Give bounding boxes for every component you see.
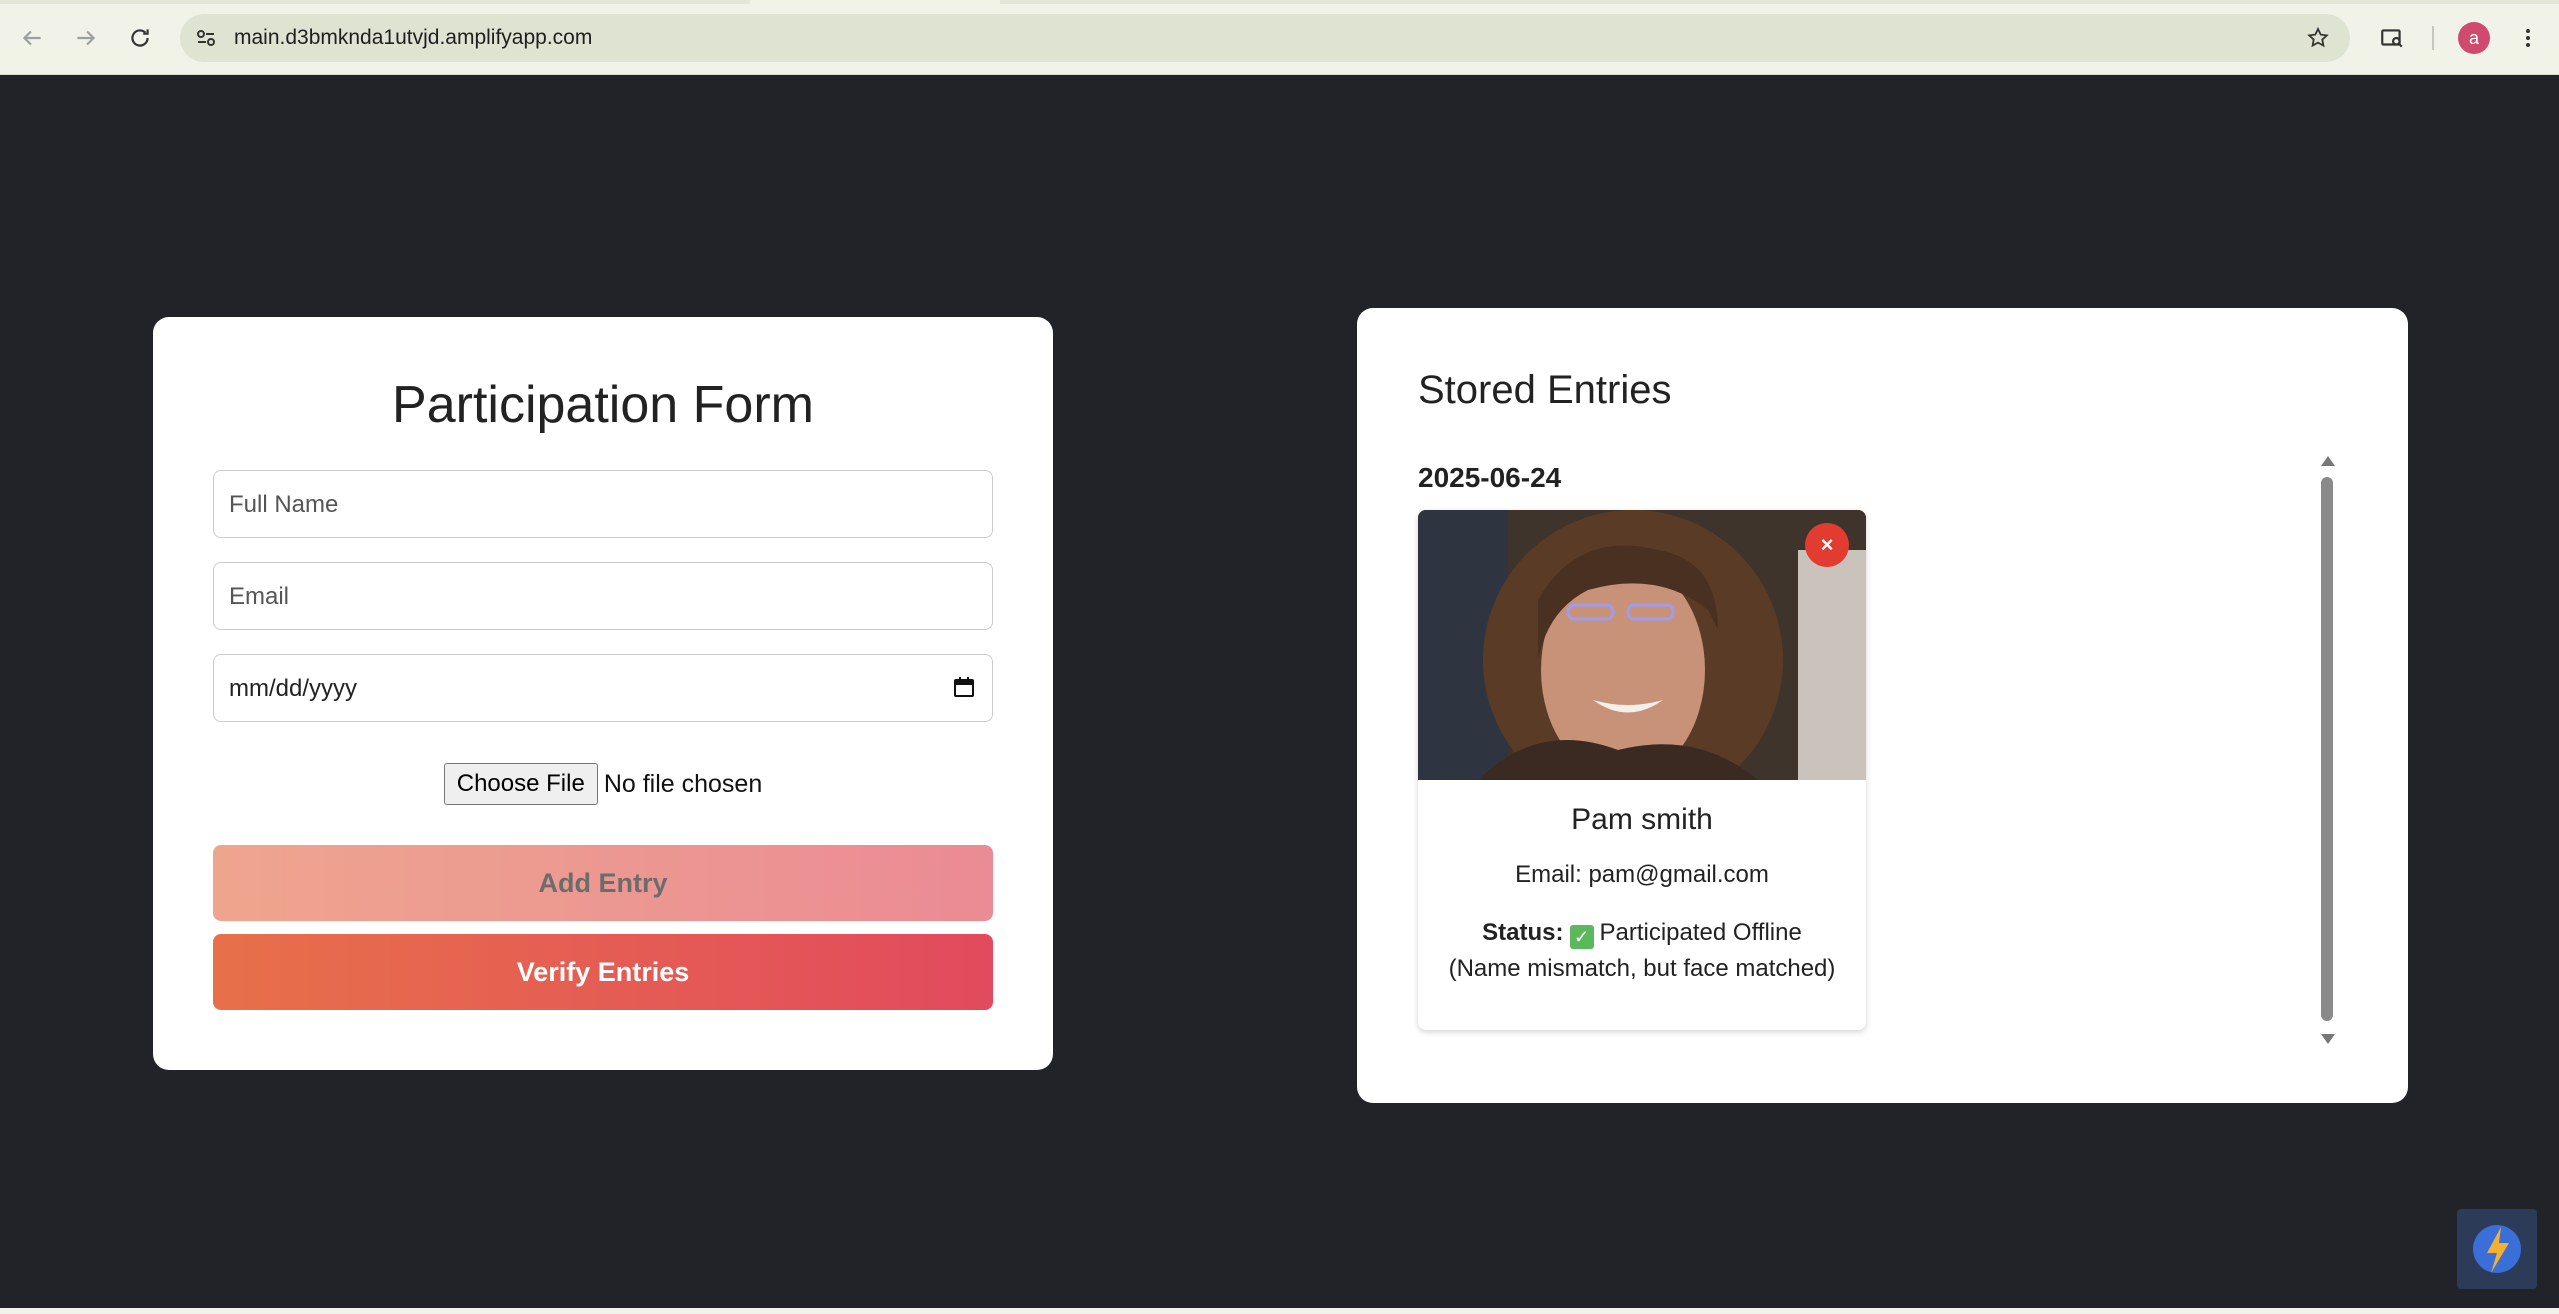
url-text[interactable]: main.d3bmknda1utvjd.amplifyapp.com	[234, 26, 592, 50]
verify-entries-button[interactable]: Verify Entries	[213, 934, 993, 1010]
full-name-placeholder: Full Name	[229, 491, 339, 518]
entry-status: Status: ✓ Participated Offline (Name misma…	[1418, 915, 1866, 987]
date-placeholder: mm/dd/yyyy	[229, 675, 358, 702]
status-text: Participated Offline	[1599, 919, 1802, 946]
delete-entry-button[interactable]: ×	[1805, 523, 1849, 567]
stored-entries-card: Stored Entries 2025-06-24 × Pam smith Em…	[1357, 308, 2408, 1103]
forward-button[interactable]	[68, 20, 104, 56]
profile-avatar[interactable]: a	[2458, 22, 2490, 54]
file-upload-row: Choose File No file chosen	[153, 762, 1053, 806]
add-entry-button[interactable]: Add Entry	[213, 845, 993, 921]
portrait-image	[1418, 510, 1866, 810]
entry-email: Email: pam@gmail.com	[1515, 861, 1769, 888]
reload-icon	[131, 29, 149, 47]
status-note: (Name mismatch, but face matched)	[1448, 955, 1836, 982]
entry-card: × Pam smith Email: pam@gmail.com Status:…	[1418, 510, 1866, 1030]
toolbar-divider	[2432, 26, 2434, 50]
date-input[interactable]: mm/dd/yyyy	[213, 654, 993, 722]
email-input[interactable]: Email	[213, 562, 993, 630]
scroll-down-arrow-icon[interactable]	[2321, 1034, 2335, 1044]
reload-button[interactable]	[122, 20, 158, 56]
tab-strip	[0, 0, 2559, 4]
menu-icon[interactable]	[2510, 20, 2546, 56]
extension-badge[interactable]	[2457, 1209, 2537, 1289]
email-placeholder: Email	[229, 583, 290, 610]
entries-title: Stored Entries	[1418, 368, 1672, 412]
entry-photo	[1418, 510, 1866, 810]
lightning-icon	[2473, 1225, 2521, 1273]
star-icon[interactable]	[2304, 24, 2332, 52]
window-bottom-edge	[0, 1308, 2559, 1314]
back-button[interactable]	[14, 20, 50, 56]
entries-scrollbar[interactable]	[2319, 448, 2335, 1044]
file-status: No file chosen	[603, 769, 763, 798]
status-label: Status:	[1482, 919, 1564, 946]
browser-toolbar: main.d3bmknda1utvjd.amplifyapp.com a	[0, 0, 2559, 75]
search-tab-icon[interactable]	[2374, 20, 2410, 56]
calendar-icon[interactable]	[952, 675, 976, 699]
participation-form-card: Participation Form Full Name Email mm/dd…	[153, 317, 1053, 1070]
scroll-up-arrow-icon[interactable]	[2321, 456, 2335, 466]
full-name-input[interactable]: Full Name	[213, 470, 993, 538]
site-info-icon[interactable]	[192, 24, 220, 52]
check-mark-icon: ✓	[1569, 925, 1594, 949]
form-title: Participation Form	[392, 376, 814, 434]
scrollbar-thumb[interactable]	[2321, 477, 2333, 1021]
back-icon	[22, 30, 41, 46]
choose-file-button[interactable]: Choose File	[443, 763, 598, 805]
forward-icon	[77, 30, 96, 46]
address-bar[interactable]: main.d3bmknda1utvjd.amplifyapp.com	[180, 14, 2350, 62]
entry-date-heading: 2025-06-24	[1418, 462, 1562, 493]
entry-name: Pam smith	[1571, 803, 1713, 836]
active-tab[interactable]	[750, 0, 1000, 4]
